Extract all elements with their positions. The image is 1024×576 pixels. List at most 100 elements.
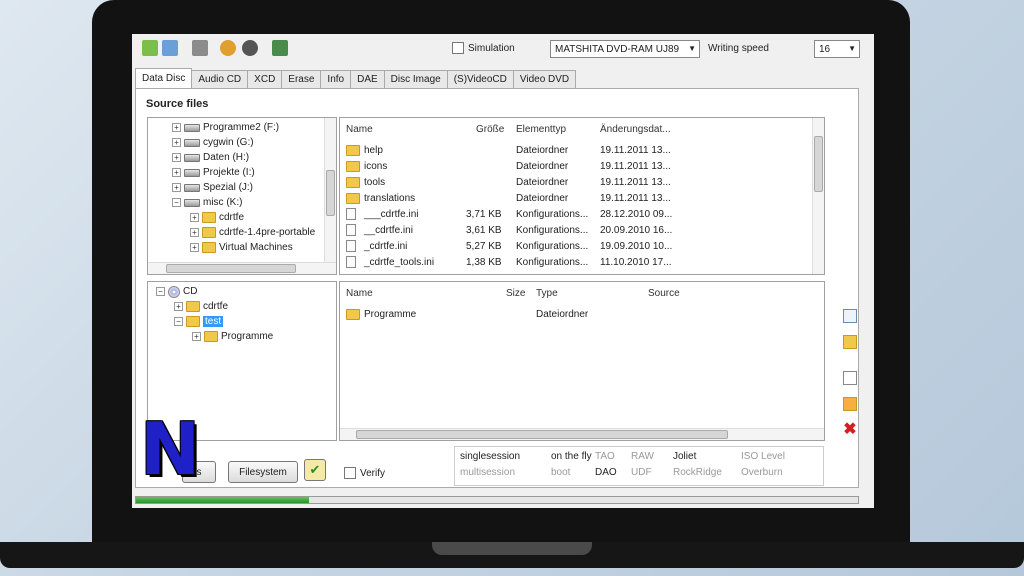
column-name[interactable]: Name bbox=[346, 282, 373, 304]
tab-data-disc[interactable]: Data Disc bbox=[135, 68, 193, 88]
expand-icon[interactable]: + bbox=[172, 168, 181, 177]
new-file-icon[interactable] bbox=[843, 371, 857, 385]
file-date: 19.11.2011 13... bbox=[600, 192, 671, 204]
chevron-down-icon: ▼ bbox=[848, 44, 856, 53]
exit-icon[interactable] bbox=[272, 40, 288, 56]
list-item[interactable]: ___cdrtfe.ini 3,71 KB Konfigurations... 28.… bbox=[346, 206, 806, 222]
tab-dae[interactable]: DAE bbox=[350, 70, 385, 88]
expand-icon[interactable]: + bbox=[174, 302, 183, 311]
folder-icon bbox=[202, 212, 216, 223]
list-item[interactable]: icons Dateiordner 19.11.2011 13... bbox=[346, 158, 806, 174]
tree-item[interactable]: + Programme2 (F:) bbox=[172, 120, 279, 135]
expand-icon[interactable]: + bbox=[172, 153, 181, 162]
tree-item[interactable]: + cdrtfe-1.4pre-portable bbox=[190, 225, 315, 240]
file-date: 19.11.2011 13... bbox=[600, 176, 671, 188]
cd-list-hscroll[interactable] bbox=[340, 428, 824, 440]
tab-erase[interactable]: Erase bbox=[281, 70, 322, 88]
tree-item[interactable]: + Virtual Machines bbox=[190, 240, 293, 255]
add-files-icon[interactable] bbox=[142, 40, 158, 56]
verify-checkbox[interactable] bbox=[344, 467, 356, 479]
expand-icon[interactable]: + bbox=[192, 332, 201, 341]
add-folder-icon[interactable] bbox=[162, 40, 178, 56]
opt-iso-level: ISO Level bbox=[741, 451, 785, 462]
add-file-to-cd-icon[interactable] bbox=[843, 309, 857, 323]
new-folder-icon[interactable] bbox=[843, 397, 857, 411]
settings-wrench-icon[interactable] bbox=[192, 40, 208, 56]
data-disc-page: Source files + Programme2 (F:) + cygwin (G… bbox=[135, 88, 859, 488]
tab-info[interactable]: Info bbox=[320, 70, 352, 88]
tab-video-dvd[interactable]: Video DVD bbox=[512, 70, 577, 88]
column-type[interactable]: Elementtyp bbox=[516, 118, 566, 140]
tab-svideocd[interactable]: (S)VideoCD bbox=[446, 70, 514, 88]
delete-icon[interactable]: ✖ bbox=[843, 422, 857, 438]
source-tree-vscroll[interactable] bbox=[324, 118, 336, 262]
tree-item-label: Daten (H:) bbox=[203, 152, 250, 163]
check-button[interactable]: ✔ bbox=[304, 459, 326, 481]
file-date: 11.10.2010 17... bbox=[600, 256, 672, 268]
column-size[interactable]: Size bbox=[506, 282, 525, 304]
cancel-icon[interactable] bbox=[242, 40, 258, 56]
collapse-icon[interactable]: − bbox=[172, 198, 181, 207]
scroll-thumb[interactable] bbox=[814, 136, 823, 192]
list-item[interactable]: help Dateiordner 19.11.2011 13... bbox=[346, 142, 806, 158]
tree-item-label: Projekte (I:) bbox=[203, 167, 255, 178]
opt-overburn: Overburn bbox=[741, 467, 783, 478]
tree-item[interactable]: + cdrtfe bbox=[190, 210, 244, 225]
drive-select[interactable]: MATSHITA DVD-RAM UJ89 ▼ bbox=[550, 40, 700, 58]
tree-item[interactable]: − test bbox=[174, 314, 224, 329]
list-item[interactable]: _cdrtfe.ini 5,27 KB Konfigurations... 19.09… bbox=[346, 238, 806, 254]
cd-file-list[interactable]: Name Size Type Source Programme Dateiord… bbox=[339, 281, 825, 441]
tree-item[interactable]: − CD bbox=[156, 284, 197, 299]
add-folder-to-cd-icon[interactable] bbox=[843, 335, 857, 349]
tree-item[interactable]: + Spezial (J:) bbox=[172, 180, 253, 195]
file-type: Konfigurations... bbox=[516, 224, 589, 236]
writing-speed-select[interactable]: 16 ▼ bbox=[814, 40, 860, 58]
expand-icon[interactable]: + bbox=[172, 123, 181, 132]
scroll-thumb[interactable] bbox=[326, 170, 335, 216]
source-tree-hscroll[interactable] bbox=[148, 262, 336, 274]
filesystem-button[interactable]: Filesystem bbox=[228, 461, 298, 483]
simulation-option[interactable]: Simulation bbox=[452, 42, 515, 54]
expand-icon[interactable]: + bbox=[190, 213, 199, 222]
burn-icon[interactable] bbox=[220, 40, 236, 56]
expand-icon[interactable]: + bbox=[172, 138, 181, 147]
column-date[interactable]: Änderungsdat... bbox=[600, 118, 671, 140]
tree-item-label: Programme2 (F:) bbox=[203, 122, 280, 133]
opt-rockridge: RockRidge bbox=[673, 467, 722, 478]
simulation-checkbox[interactable] bbox=[452, 42, 464, 54]
list-item[interactable]: Programme Dateiordner bbox=[346, 306, 816, 322]
source-file-list[interactable]: Name Größe Elementtyp Änderungsdat... he… bbox=[339, 117, 825, 275]
expand-icon[interactable]: + bbox=[190, 243, 199, 252]
column-size[interactable]: Größe bbox=[476, 118, 504, 140]
collapse-icon[interactable]: − bbox=[156, 287, 165, 296]
expand-icon[interactable]: + bbox=[172, 183, 181, 192]
list-item[interactable]: _cdrtfe_tools.ini 1,38 KB Konfigurations..… bbox=[346, 254, 806, 270]
column-source[interactable]: Source bbox=[648, 282, 680, 304]
tree-item[interactable]: + cygwin (G:) bbox=[172, 135, 254, 150]
tree-item-label: cdrtfe bbox=[203, 301, 229, 312]
tree-item[interactable]: + Projekte (I:) bbox=[172, 165, 255, 180]
tree-item[interactable]: + cdrtfe bbox=[174, 299, 228, 314]
tree-item[interactable]: + Programme bbox=[192, 329, 273, 344]
column-type[interactable]: Type bbox=[536, 282, 558, 304]
scroll-thumb[interactable] bbox=[166, 264, 296, 273]
list-item[interactable]: translations Dateiordner 19.11.2011 13... bbox=[346, 190, 806, 206]
list-item[interactable]: __cdrtfe.ini 3,61 KB Konfigurations... 20.0… bbox=[346, 222, 806, 238]
scroll-thumb[interactable] bbox=[356, 430, 728, 439]
column-name[interactable]: Name bbox=[346, 118, 373, 140]
drive-icon bbox=[184, 168, 200, 177]
verify-option[interactable]: Verify bbox=[344, 467, 385, 479]
tab-xcd[interactable]: XCD bbox=[247, 70, 283, 88]
file-list-vscroll[interactable] bbox=[812, 118, 824, 274]
source-tree[interactable]: + Programme2 (F:) + cygwin (G:) + Daten (H:… bbox=[147, 117, 337, 275]
file-name: ___cdrtfe.ini bbox=[364, 208, 419, 220]
file-name: Programme bbox=[364, 308, 417, 320]
tab-audio-cd[interactable]: Audio CD bbox=[191, 70, 249, 88]
tree-item[interactable]: − misc (K:) bbox=[172, 195, 242, 210]
tab-disc-image[interactable]: Disc Image bbox=[383, 70, 448, 88]
folder-icon bbox=[186, 316, 200, 327]
tree-item[interactable]: + Daten (H:) bbox=[172, 150, 249, 165]
expand-icon[interactable]: + bbox=[190, 228, 199, 237]
list-item[interactable]: tools Dateiordner 19.11.2011 13... bbox=[346, 174, 806, 190]
collapse-icon[interactable]: − bbox=[174, 317, 183, 326]
